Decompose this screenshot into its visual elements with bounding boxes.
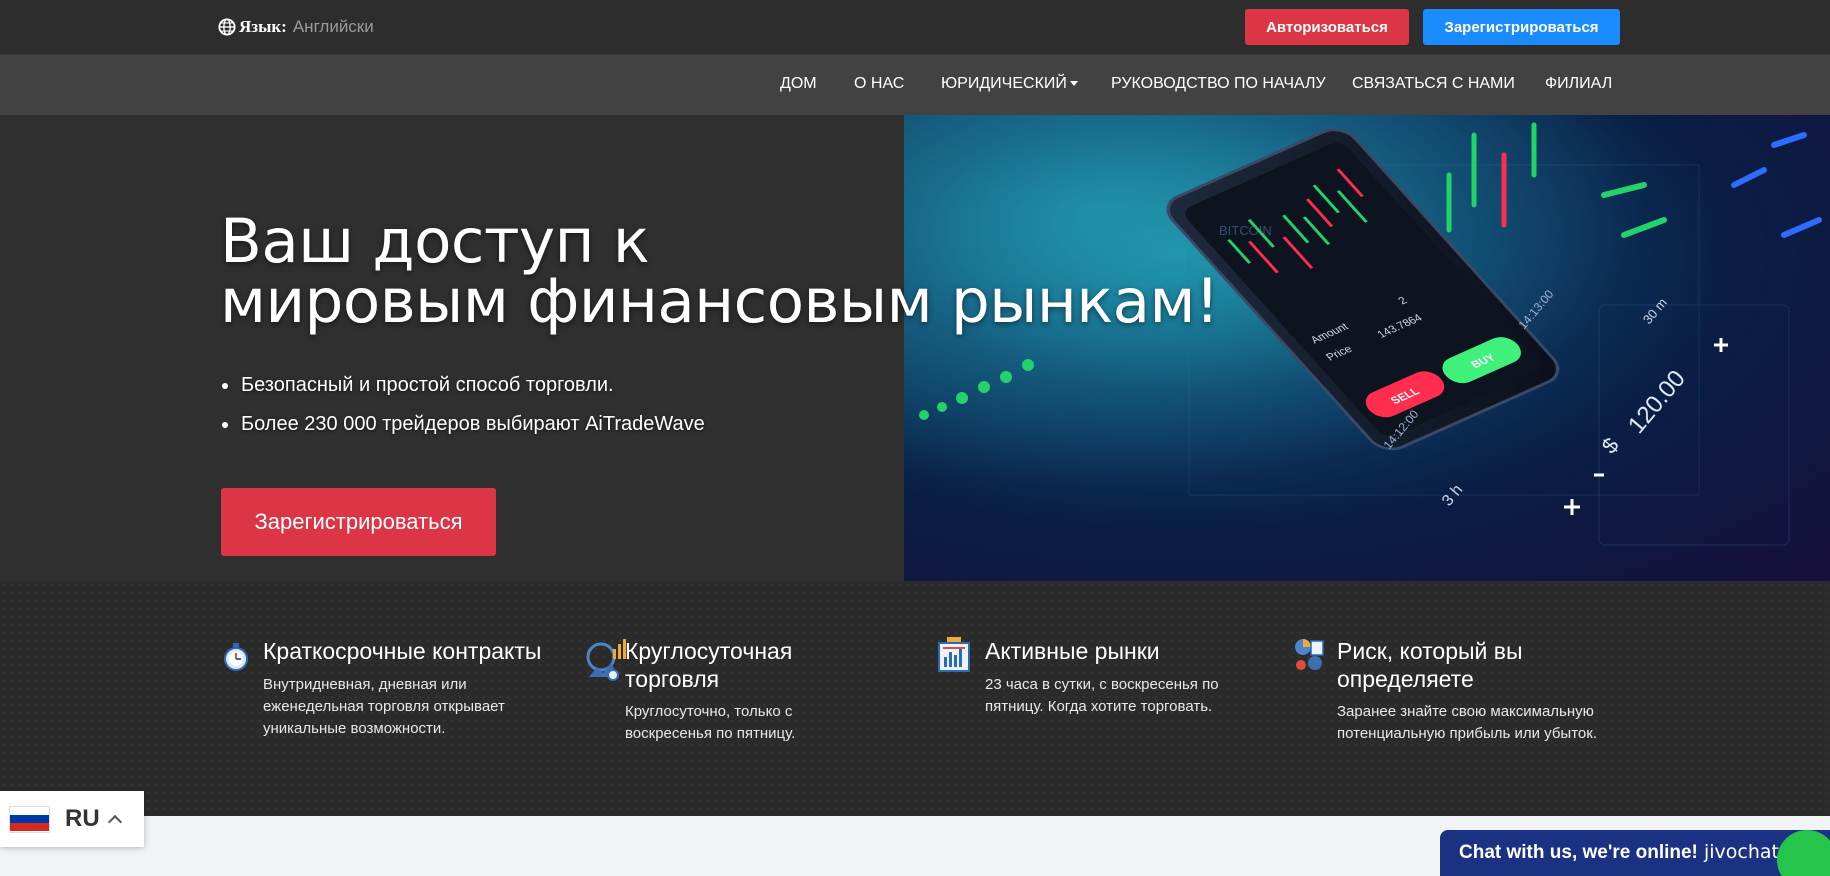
hero-bullets: Безопасный и простой способ торговли. Бо… [220, 374, 705, 452]
overlay-bitcoin: BITCOIN [1219, 223, 1272, 238]
feature-desc-line: пятницу. Когда хотите торговать. [985, 698, 1213, 715]
hero-title: Ваш доступ к мировым финансовым рынкам! [220, 211, 1220, 332]
hero-title-line2: мировым финансовым рынкам! [220, 266, 1220, 337]
risk-analytics-icon [1295, 639, 1324, 670]
feature-desc-line: воскресенья по пятницу. [625, 725, 796, 742]
hero-bullet: Безопасный и простой способ торговли. [220, 374, 705, 397]
feature-desc-line: Заранее знайте свою максимальную [1337, 703, 1594, 720]
login-button[interactable]: Авторизоваться [1245, 9, 1409, 45]
jivochat-logo: jivochat [1704, 841, 1780, 863]
nav-item-about[interactable]: О НАС [854, 75, 904, 93]
feature-desc-line: еженедельная торговля открывает [263, 698, 505, 715]
russia-flag-icon [9, 805, 50, 833]
language-switcher[interactable]: RU [0, 791, 144, 847]
chevron-up-icon [107, 814, 122, 830]
caret-down-icon [1069, 81, 1078, 87]
main-nav: ДОМ О НАС ЮРИДИЧЕСКИЙ РУКОВОДСТВО ПО НАЧ… [0, 54, 1830, 115]
feature-desc-line: потенциальную прибыль или убыток. [1337, 725, 1597, 742]
globe-icon [218, 18, 236, 36]
features-section: Краткосрочные контракты Внутридневная, д… [0, 581, 1830, 816]
language-label: Язык: [239, 17, 287, 36]
feature-title-line: торговля [625, 666, 720, 692]
chat-bubble-icon[interactable] [1777, 830, 1830, 876]
top-bar: Язык: Английский Авторизоваться Зарегист… [0, 0, 1830, 54]
feature-desc-line: 23 часа в сутки, с воскресенья по [985, 676, 1219, 693]
feature-title: Краткосрочные контракты [263, 638, 542, 664]
language-selector[interactable]: Язык: Английский [218, 17, 373, 37]
feature-desc-line: Круглосуточно, только с [625, 703, 793, 720]
trading-illustration: Amount 2 Price 143.7864 SELL BUY BITCOIN… [904, 115, 1830, 581]
nav-item-getting-started[interactable]: РУКОВОДСТВО ПО НАЧАЛУ [1111, 75, 1326, 93]
chat-text: Chat with us, we're online! [1459, 842, 1698, 863]
feature-title-line: Круглосуточная [625, 638, 793, 664]
feature-title: Активные рынки [985, 638, 1160, 664]
trading-phone-image: Amount 2 Price 143.7864 SELL BUY BITCOIN… [904, 115, 1830, 581]
nav-item-legal[interactable]: ЮРИДИЧЕСКИЙ [941, 75, 1078, 93]
language-value[interactable]: Английский [293, 17, 373, 37]
chat-widget[interactable]: Chat with us, we're online! jivochat [1440, 830, 1830, 876]
hero-section: Amount 2 Price 143.7864 SELL BUY BITCOIN… [0, 115, 1830, 581]
nav-item-affiliate[interactable]: ФИЛИАЛ [1545, 75, 1612, 93]
feature-title-line: Риск, который вы [1337, 638, 1523, 664]
hero-register-button[interactable]: Зарегистрироваться [221, 488, 496, 556]
nav-item-contact[interactable]: СВЯЗАТЬСЯ С НАМИ [1352, 75, 1515, 93]
feature-desc-line: уникальные возможности. [263, 720, 446, 737]
nav-item-home[interactable]: ДОМ [780, 75, 817, 93]
nav-item-legal-label: ЮРИДИЧЕСКИЙ [941, 75, 1067, 92]
feature-title-line: определяете [1337, 666, 1474, 692]
hero-bullet: Более 230 000 трейдеров выбирают AiTrade… [220, 413, 705, 436]
feature-desc-line: Внутридневная, дневная или [263, 676, 467, 693]
clock-chart-icon [586, 639, 626, 681]
language-code: RU [65, 805, 100, 832]
market-chart-icon [938, 637, 970, 672]
register-button[interactable]: Зарегистрироваться [1423, 9, 1620, 45]
stopwatch-icon [224, 643, 248, 671]
